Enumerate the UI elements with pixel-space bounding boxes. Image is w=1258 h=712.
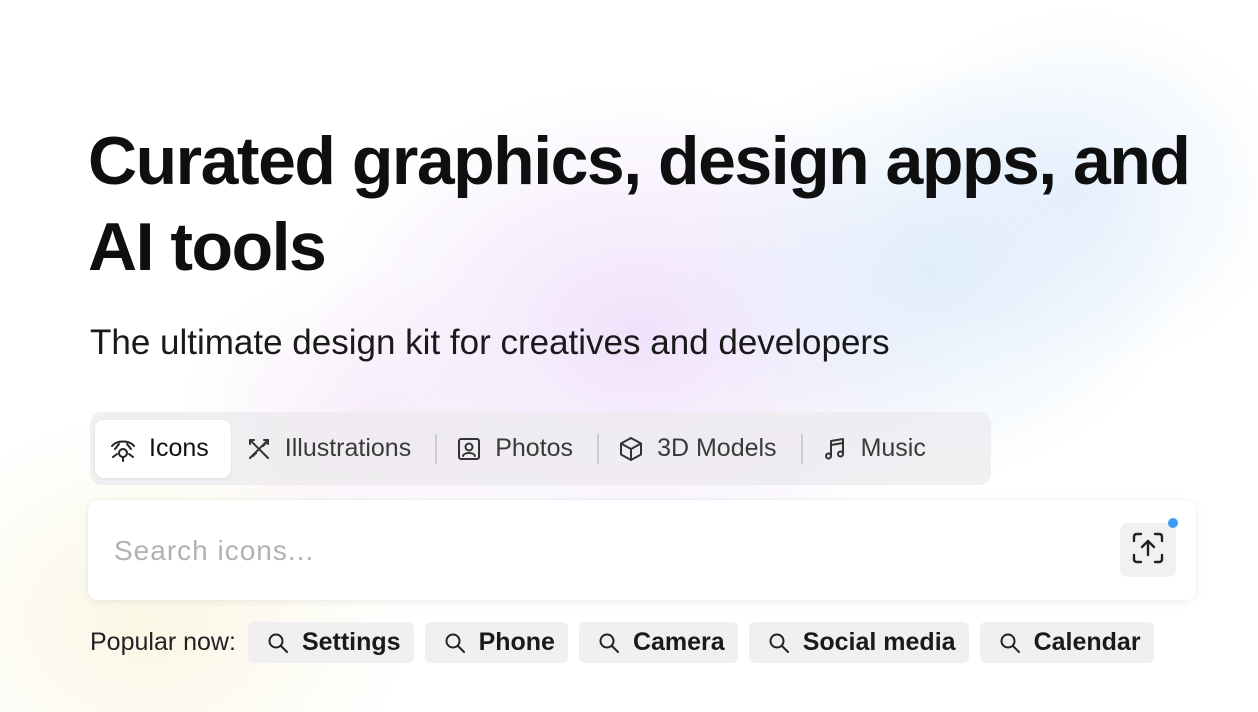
tab-divider: [800, 433, 803, 464]
page-subtitle: The ultimate design kit for creatives an…: [90, 323, 890, 362]
illustrations-tab-icon: [245, 435, 273, 463]
page-title: Curated graphics, design apps, and AI to…: [88, 123, 1191, 285]
popular-searches: Popular now: Settings Phone Camera Socia…: [90, 622, 1165, 663]
popular-chip-calendar[interactable]: Calendar: [979, 622, 1154, 663]
chip-label: Settings: [301, 628, 401, 656]
tab-3d-models[interactable]: 3D Models: [603, 420, 797, 478]
tab-divider: [435, 433, 438, 464]
chip-label: Camera: [632, 628, 725, 656]
tab-label: Icons: [149, 434, 209, 462]
tab-illustrations[interactable]: Illustrations: [231, 420, 431, 478]
search-icon: [266, 631, 290, 655]
music-note-icon: [821, 435, 849, 463]
chip-label: Social media: [802, 628, 956, 656]
tab-photos[interactable]: Photos: [441, 420, 593, 478]
popular-chip-camera[interactable]: Camera: [578, 622, 738, 663]
tab-label: Illustrations: [284, 434, 412, 462]
tab-label: 3D Models: [657, 434, 777, 462]
tab-divider: [597, 433, 600, 464]
popular-chip-settings[interactable]: Settings: [247, 622, 414, 663]
popular-label: Popular now:: [90, 628, 236, 656]
popular-chip-phone[interactable]: Phone: [424, 622, 568, 663]
search-icon: [443, 631, 467, 655]
upload-image-search-button[interactable]: [1120, 523, 1176, 577]
notification-dot: [1168, 518, 1178, 528]
tab-icons[interactable]: Icons: [95, 419, 231, 478]
search-icon: [998, 631, 1022, 655]
tab-label: Photos: [495, 434, 574, 462]
asset-type-tabs: Icons Illustrations Photos 3D Models Mus…: [90, 412, 991, 485]
chip-label: Calendar: [1033, 628, 1141, 656]
upload-image-icon: [1130, 530, 1166, 571]
search-input[interactable]: [114, 528, 1094, 574]
chip-label: Phone: [478, 628, 555, 656]
search-icon: [767, 631, 791, 655]
search-box: [88, 500, 1196, 600]
tab-music[interactable]: Music: [807, 420, 946, 478]
tab-label: Music: [860, 434, 926, 462]
search-icon: [597, 631, 621, 655]
photos-tab-icon: [455, 435, 483, 463]
popular-chip-social-media[interactable]: Social media: [748, 622, 969, 663]
icons-tab-icon: [109, 435, 137, 463]
cube-icon: [617, 435, 645, 463]
